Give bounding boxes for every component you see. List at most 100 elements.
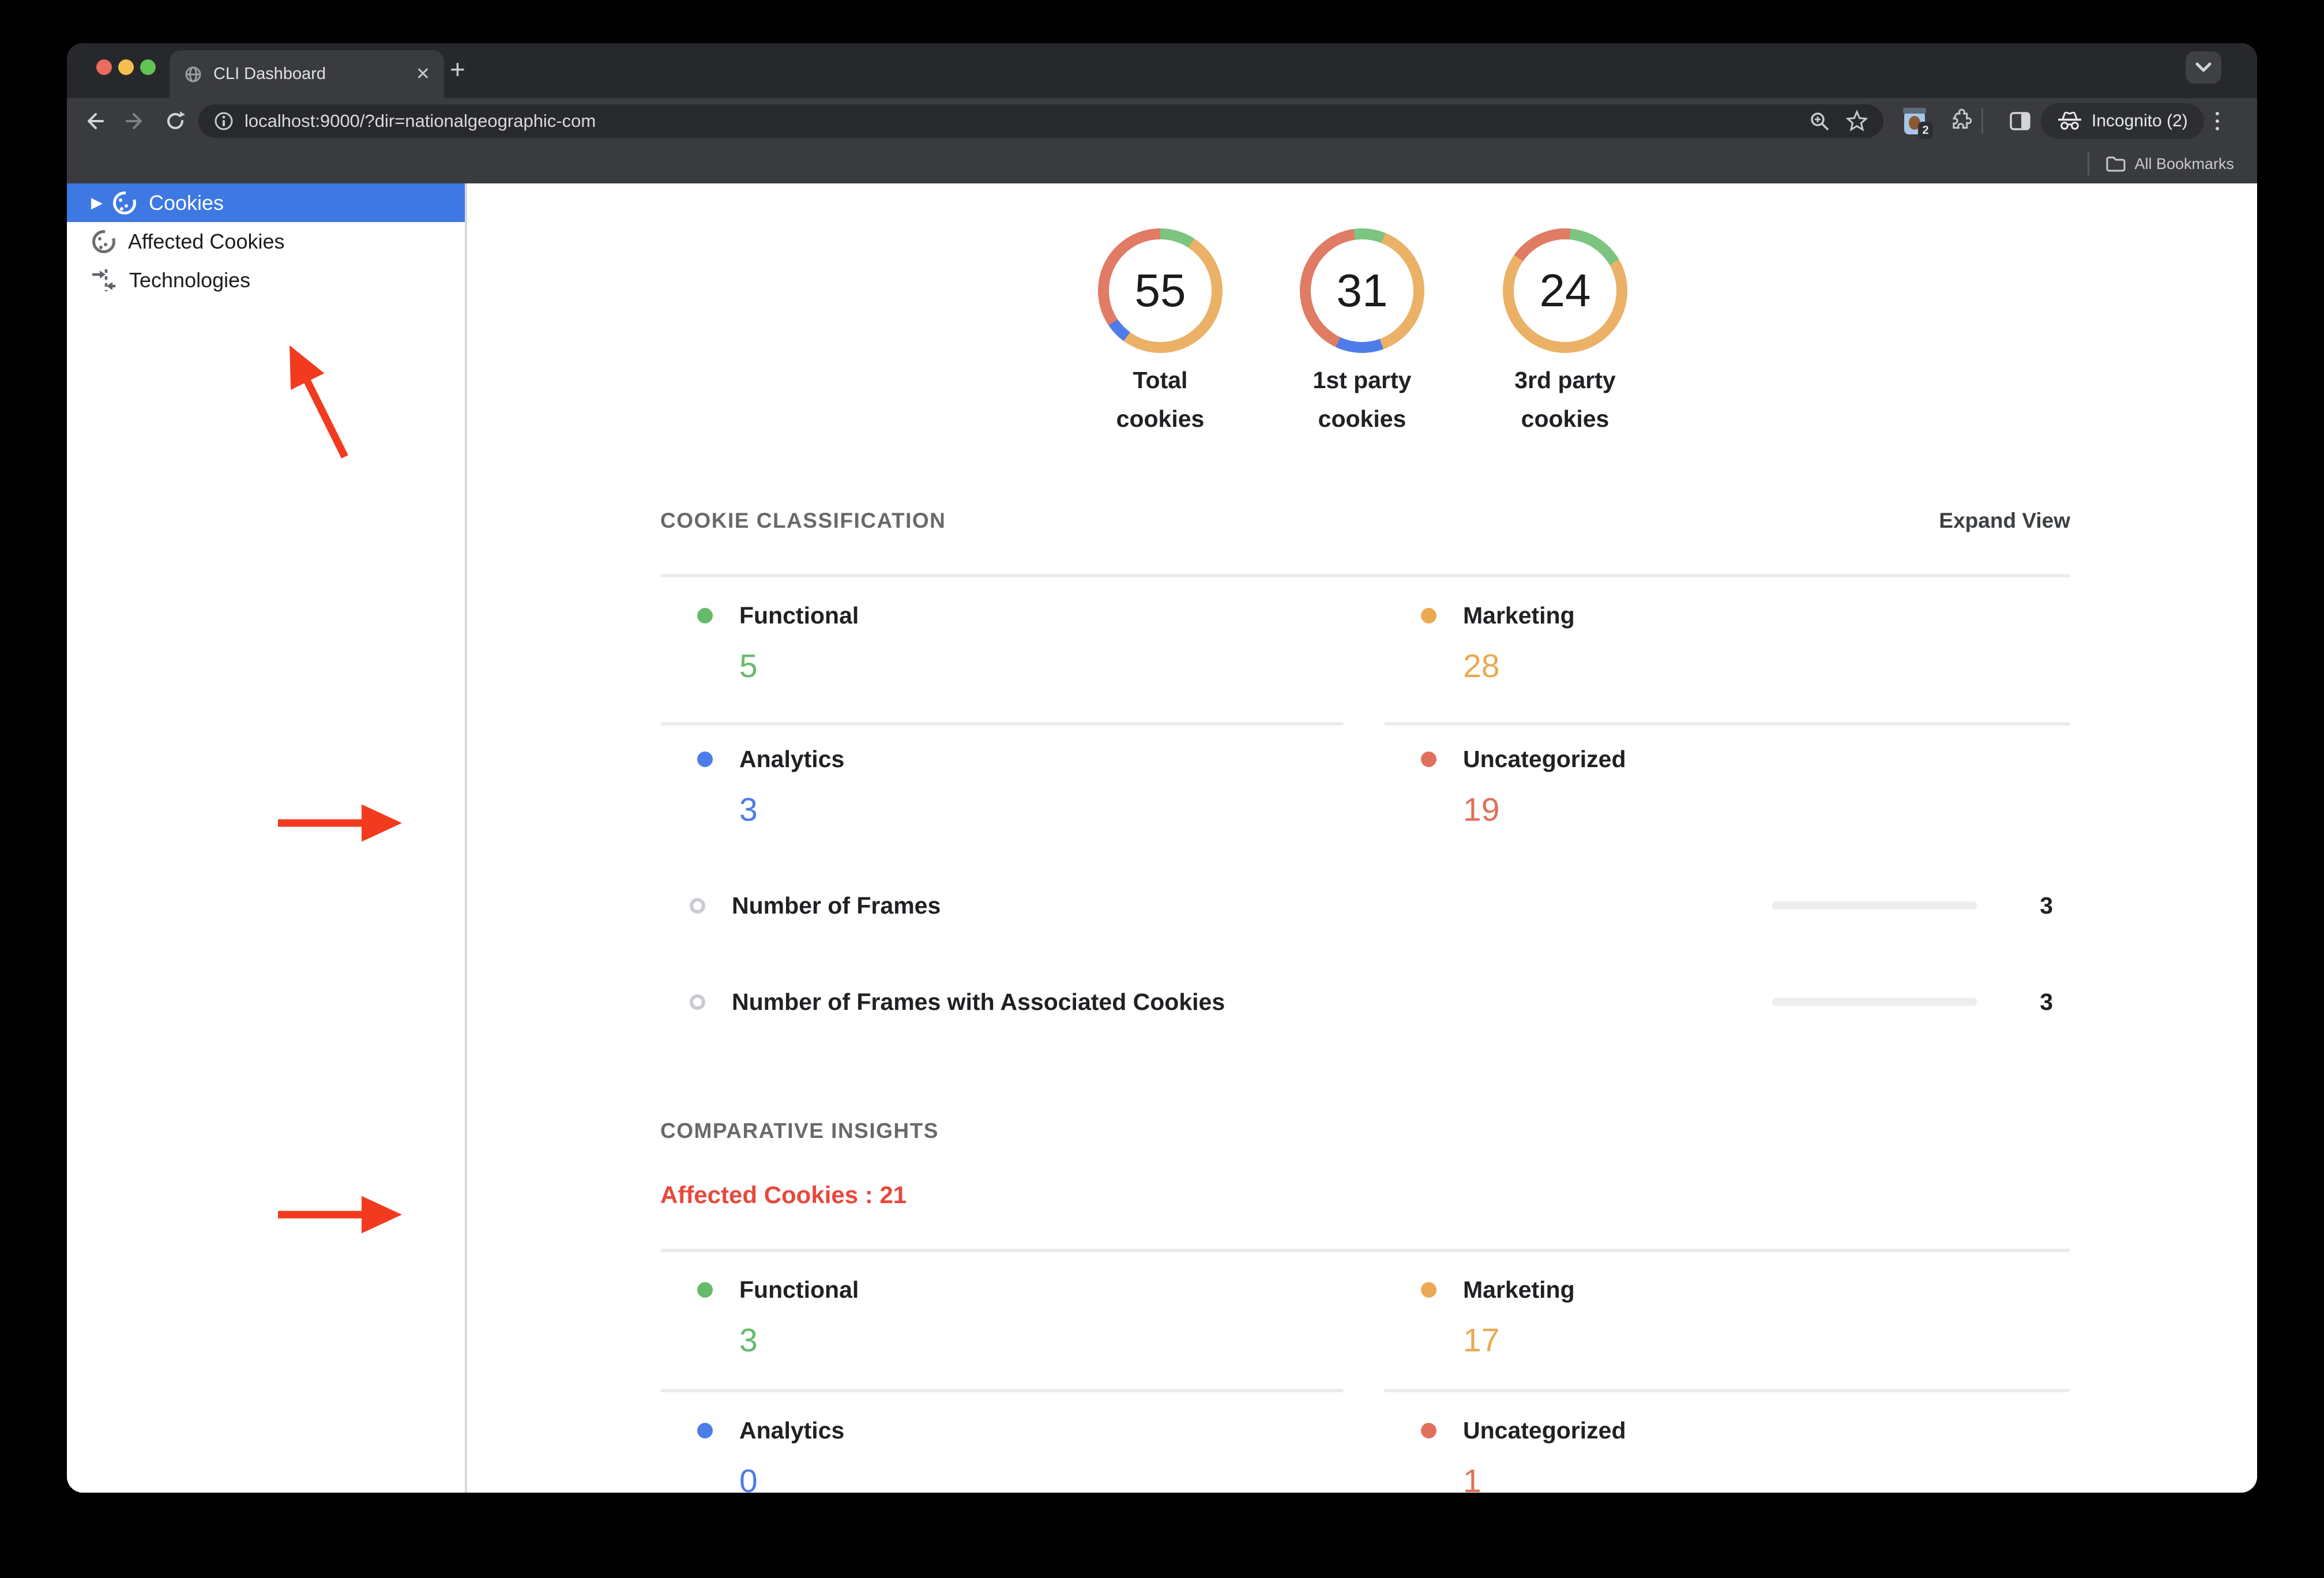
new-tab-button[interactable]: + [450, 56, 465, 82]
donut-value: 31 [1336, 265, 1388, 316]
star-icon [1845, 110, 1868, 132]
browser-window: CLI Dashboard ✕ + localhost:9000/?dir=na… [67, 43, 2257, 1493]
donut-total-cookies: 55 [1098, 228, 1223, 353]
globe-favicon-icon [185, 66, 201, 82]
category-count: 1 [1463, 1463, 1481, 1493]
cookie-icon [113, 187, 138, 215]
donut-value: 55 [1134, 265, 1186, 316]
classification-cell-uncategorized: Uncategorized 19 [1384, 743, 2067, 829]
incognito-icon [2058, 112, 2081, 130]
sidebar-item-cookies[interactable]: ▶ Cookies [67, 183, 465, 222]
sidebar-item-label: Cookies [149, 190, 224, 215]
tab-close-icon[interactable]: ✕ [416, 65, 430, 83]
category-dot [697, 607, 713, 623]
category-dot [1421, 1422, 1436, 1438]
category-count: 0 [739, 1463, 758, 1493]
classification-title: COOKIE CLASSIFICATION [660, 509, 946, 532]
tab-strip: CLI Dashboard ✕ + [67, 43, 2257, 98]
comparative-cell-functional: Functional 3 [660, 1274, 1344, 1359]
category-count: 3 [739, 1322, 758, 1359]
browser-tab[interactable]: CLI Dashboard ✕ [170, 50, 444, 98]
donut-label: 3rd party cookies [1514, 367, 1616, 432]
category-dot [697, 1422, 713, 1438]
folder-icon [2106, 156, 2126, 172]
divider [1384, 722, 2070, 726]
classification-cell-functional: Functional 5 [660, 600, 1344, 685]
category-count: 28 [1463, 648, 1500, 685]
side-panel-icon [2010, 112, 2030, 130]
toolbar-right-group: 2 Incognito (2) [1897, 103, 2233, 139]
forward-arrow-icon [126, 113, 142, 129]
frame-progress-bar [1772, 901, 1977, 910]
traffic-light-minimize[interactable] [118, 59, 134, 75]
sidebar: ▶ Cookies Affected Cookies Technologies [67, 183, 467, 1493]
sidebar-item-affected-cookies[interactable]: Affected Cookies [67, 222, 465, 261]
category-count: 19 [1463, 791, 1500, 828]
affected-cookies-count: Affected Cookies : 21 [660, 1181, 907, 1208]
sidebar-item-technologies[interactable]: Technologies [67, 261, 465, 299]
url-omnibox[interactable]: localhost:9000/?dir=nationalgeographic-c… [198, 104, 1883, 138]
donut-value: 24 [1539, 265, 1591, 316]
cookie-extension-button[interactable]: 2 [1902, 107, 1933, 139]
extensions-button[interactable] [1947, 108, 1972, 134]
divider [660, 1249, 2070, 1252]
bookmarks-bar: All Bookmarks [67, 144, 2257, 183]
back-arrow-icon [88, 113, 104, 129]
bookmarks-separator [2088, 152, 2090, 175]
category-dot [1421, 751, 1436, 767]
page-content: ▶ Cookies Affected Cookies Technologies … [67, 183, 2257, 1493]
expand-view-button[interactable]: Expand View [1939, 509, 2070, 533]
expand-triangle-icon[interactable]: ▶ [91, 194, 103, 212]
comparative-cell-marketing: Marketing 17 [1384, 1274, 2067, 1359]
magnifier-plus-icon [1811, 112, 1829, 130]
browser-menu-button[interactable] [2215, 112, 2219, 130]
traffic-light-close[interactable] [96, 59, 112, 75]
category-dot [1421, 1282, 1436, 1298]
extension-badge: 2 [1918, 122, 1933, 139]
classification-cell-analytics: Analytics 3 [660, 743, 1344, 829]
forward-button[interactable] [122, 108, 148, 134]
sidebar-item-label: Affected Cookies [128, 229, 285, 253]
category-dot [697, 751, 713, 767]
reload-icon [167, 111, 185, 129]
tab-search-chevron-button[interactable] [2186, 51, 2221, 84]
divider [660, 574, 2070, 577]
divider [1384, 1389, 2070, 1392]
site-info-icon[interactable] [213, 111, 234, 132]
frame-ring-icon [690, 897, 705, 914]
technologies-icon [92, 269, 115, 291]
toolbar-separator [1981, 108, 1983, 134]
menu-dots-icon [2215, 112, 2219, 115]
category-count: 3 [739, 791, 758, 828]
comparative-cell-analytics: Analytics 0 [660, 1415, 1344, 1493]
cookie-icon [92, 226, 118, 253]
puzzle-icon [1953, 108, 1972, 129]
traffic-light-zoom[interactable] [140, 59, 156, 75]
category-dot [697, 1282, 713, 1298]
frames-row: Number of Frames 3 [660, 888, 2070, 923]
bookmark-star-button[interactable] [1845, 110, 1868, 133]
side-panel-button[interactable] [2007, 108, 2033, 134]
zoom-page-button[interactable] [1808, 110, 1830, 132]
donut-first-party-cookies: 31 [1300, 228, 1424, 353]
category-dot [1421, 607, 1436, 623]
all-bookmarks-button[interactable]: All Bookmarks [2134, 155, 2234, 173]
dashboard-main: 55 31 24 Total cookies 1st party cookies 3… [467, 183, 2257, 1493]
classification-cell-marketing: Marketing 28 [1384, 600, 2067, 685]
comparative-title: COMPARATIVE INSIGHTS [660, 1119, 939, 1143]
comparative-cell-uncategorized: Uncategorized 1 [1384, 1415, 2067, 1493]
browser-toolbar: localhost:9000/?dir=nationalgeographic-c… [67, 98, 2257, 144]
frame-ring-icon [690, 994, 705, 1010]
reload-button[interactable] [163, 108, 188, 134]
frames-row: Number of Frames with Associated Cookies… [660, 985, 2070, 1019]
incognito-profile-pill[interactable]: Incognito (2) [2041, 103, 2204, 139]
screenshot-stage: CLI Dashboard ✕ + localhost:9000/?dir=na… [0, 0, 2324, 1578]
divider [660, 1389, 1344, 1392]
url-text[interactable]: localhost:9000/?dir=nationalgeographic-c… [245, 111, 1793, 132]
sidebar-item-label: Technologies [129, 268, 251, 292]
donut-third-party-cookies: 24 [1503, 228, 1627, 353]
back-button[interactable] [82, 108, 107, 134]
divider [660, 722, 1344, 726]
incognito-label: Incognito (2) [2092, 111, 2188, 130]
category-count: 5 [739, 648, 758, 685]
